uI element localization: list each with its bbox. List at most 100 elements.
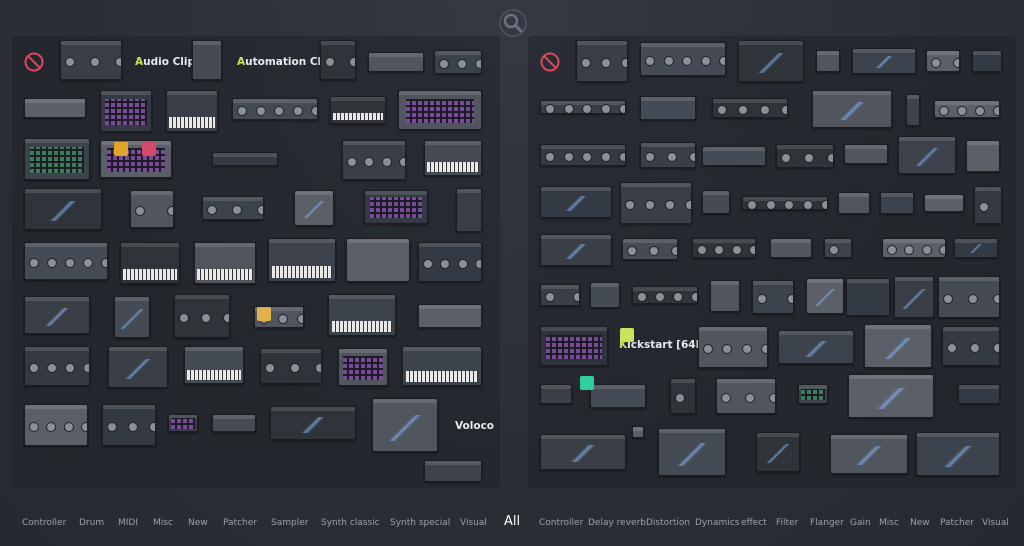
generator-plugin-thumbnail[interactable] — [342, 140, 406, 180]
generator-plugin-thumbnail[interactable] — [24, 296, 90, 334]
generator-plugin-thumbnail[interactable] — [130, 190, 174, 228]
effect-plugin-thumbnail[interactable] — [590, 384, 646, 408]
effect-plugin-thumbnail[interactable] — [894, 276, 934, 318]
effect-plugin-thumbnail[interactable] — [942, 326, 1000, 366]
effect-plugin-thumbnail[interactable] — [620, 182, 692, 224]
effect-plugin-thumbnail[interactable] — [864, 324, 932, 368]
generator-plugin-thumbnail[interactable] — [24, 138, 90, 180]
generator-plugin-thumbnail[interactable] — [100, 140, 172, 178]
effect-plugin-thumbnail[interactable] — [540, 144, 626, 166]
effect-plugin-thumbnail[interactable] — [632, 286, 698, 304]
effect-plugin-thumbnail[interactable] — [540, 234, 612, 266]
fx-cat-gain[interactable]: Gain — [850, 518, 871, 528]
effect-plugin-thumbnail[interactable] — [938, 276, 1000, 318]
effect-plugin-thumbnail[interactable] — [974, 186, 1002, 224]
fx-cat-misc[interactable]: Misc — [879, 518, 899, 528]
effect-plugin-thumbnail[interactable] — [954, 238, 998, 258]
generator-plugin-thumbnail[interactable] — [108, 346, 168, 388]
generator-plugin-thumbnail[interactable] — [330, 96, 386, 124]
generator-plugin-thumbnail[interactable] — [202, 196, 264, 220]
generator-plugin-thumbnail[interactable] — [424, 460, 482, 482]
gen-cat-synth-special[interactable]: Synth special — [390, 518, 450, 528]
effect-plugin-thumbnail[interactable] — [844, 144, 888, 164]
effect-plugin-thumbnail[interactable] — [838, 192, 870, 214]
fx-cat-effect[interactable]: effect — [741, 518, 767, 528]
generator-plugin-thumbnail[interactable] — [260, 348, 322, 384]
fx-cat-patcher[interactable]: Patcher — [940, 518, 974, 528]
fx-cat-new[interactable]: New — [910, 518, 930, 528]
voloco-label[interactable]: Voloco — [455, 420, 494, 432]
effect-plugin-thumbnail[interactable] — [816, 50, 840, 72]
effect-plugin-thumbnail[interactable] — [880, 192, 914, 214]
gen-cat-synth-classic[interactable]: Synth classic — [321, 518, 380, 528]
effect-plugin-thumbnail[interactable] — [926, 50, 960, 72]
fx-cat-dynamics[interactable]: Dynamics — [695, 518, 739, 528]
effect-plugin-thumbnail[interactable] — [756, 432, 800, 472]
effect-plugin-thumbnail[interactable] — [846, 278, 890, 316]
effect-plugin-thumbnail[interactable] — [906, 94, 920, 126]
fx-cat-visual[interactable]: Visual — [982, 518, 1009, 528]
effect-plugin-thumbnail[interactable] — [798, 384, 828, 404]
gen-cat-midi[interactable]: MIDI — [118, 518, 138, 528]
category-all[interactable]: All — [504, 514, 520, 529]
generator-plugin-thumbnail[interactable] — [346, 238, 410, 282]
effect-plugin-thumbnail[interactable] — [742, 196, 828, 210]
generator-plugin-thumbnail[interactable] — [174, 294, 230, 338]
gen-cat-misc[interactable]: Misc — [153, 518, 173, 528]
effect-plugin-thumbnail[interactable] — [716, 378, 776, 414]
generator-plugin-thumbnail[interactable] — [402, 346, 482, 386]
generator-plugin-thumbnail[interactable] — [212, 152, 278, 166]
generator-plugin-thumbnail[interactable] — [418, 304, 482, 328]
effect-plugin-thumbnail[interactable] — [658, 428, 726, 476]
generator-plugin-thumbnail[interactable] — [364, 190, 428, 224]
fx-cat-filter[interactable]: Filter — [776, 518, 798, 528]
gen-cat-controller[interactable]: Controller — [22, 518, 66, 528]
generator-plugin-thumbnail[interactable] — [168, 414, 198, 432]
gen-cat-new[interactable]: New — [188, 518, 208, 528]
effect-plugin-thumbnail[interactable] — [698, 326, 768, 368]
generator-plugin-thumbnail[interactable] — [268, 238, 336, 282]
effect-plugin-thumbnail[interactable] — [882, 238, 946, 258]
effect-plugin-thumbnail[interactable] — [972, 50, 1002, 72]
gen-cat-visual[interactable]: Visual — [460, 518, 487, 528]
fx-cat-flanger[interactable]: Flanger — [810, 518, 844, 528]
generator-plugin-thumbnail[interactable] — [270, 406, 356, 440]
generator-plugin-thumbnail[interactable] — [60, 40, 122, 80]
effect-plugin-thumbnail[interactable] — [540, 100, 626, 114]
effect-plugin-thumbnail[interactable] — [776, 144, 834, 168]
generator-plugin-thumbnail[interactable] — [24, 404, 88, 446]
generator-plugin-thumbnail[interactable] — [192, 40, 222, 80]
generator-plugin-thumbnail[interactable] — [24, 98, 86, 118]
generator-plugin-thumbnail[interactable] — [294, 190, 334, 226]
audio-clip-label[interactable]: Audio Clip — [135, 56, 195, 68]
generator-plugin-thumbnail[interactable] — [24, 242, 108, 280]
generator-plugin-thumbnail[interactable] — [424, 140, 482, 176]
effect-plugin-thumbnail[interactable] — [752, 280, 794, 314]
generator-plugin-thumbnail[interactable] — [328, 294, 396, 336]
effect-plugin-thumbnail[interactable] — [640, 142, 696, 168]
fx-cat-delay-reverb[interactable]: Delay reverb — [588, 518, 646, 528]
generator-plugin-thumbnail[interactable] — [114, 296, 150, 338]
no-entry-icon[interactable] — [540, 52, 560, 72]
generator-plugin-thumbnail[interactable] — [456, 188, 482, 232]
effect-plugin-thumbnail[interactable] — [632, 426, 644, 438]
effect-plugin-thumbnail[interactable] — [576, 40, 628, 82]
effect-plugin-thumbnail[interactable] — [540, 326, 608, 366]
generator-plugin-thumbnail[interactable] — [434, 50, 482, 74]
effect-plugin-thumbnail[interactable] — [924, 194, 964, 212]
effect-plugin-thumbnail[interactable] — [738, 40, 804, 82]
effect-plugin-thumbnail[interactable] — [824, 238, 852, 258]
generator-plugin-thumbnail[interactable] — [194, 242, 256, 284]
generator-plugin-thumbnail[interactable] — [320, 40, 356, 80]
fx-cat-distortion[interactable]: Distortion — [646, 518, 690, 528]
effect-plugin-thumbnail[interactable] — [710, 280, 740, 312]
generator-plugin-thumbnail[interactable] — [418, 242, 482, 282]
effect-plugin-thumbnail[interactable] — [848, 374, 934, 418]
effect-plugin-thumbnail[interactable] — [898, 136, 956, 174]
effect-plugin-thumbnail[interactable] — [692, 238, 756, 258]
effect-plugin-thumbnail[interactable] — [670, 378, 696, 414]
effect-plugin-thumbnail[interactable] — [712, 98, 788, 118]
search-button[interactable] — [498, 8, 528, 38]
effect-plugin-thumbnail[interactable] — [916, 432, 1000, 476]
gen-cat-patcher[interactable]: Patcher — [223, 518, 257, 528]
